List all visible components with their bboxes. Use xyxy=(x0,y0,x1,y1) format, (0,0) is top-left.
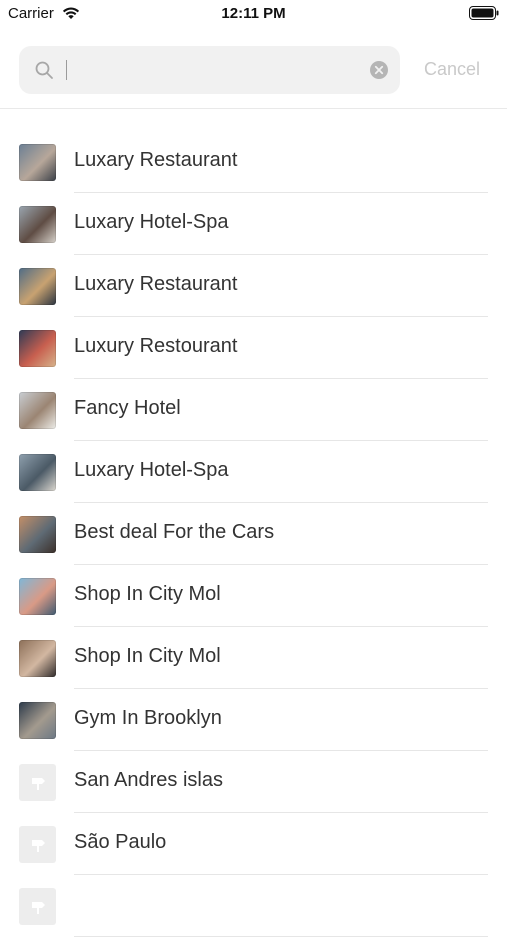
list-item[interactable]: Fancy Hotel xyxy=(0,379,507,441)
list-item[interactable]: Luxary Hotel-Spa xyxy=(0,441,507,503)
place-thumbnail xyxy=(19,268,56,305)
place-thumbnail xyxy=(19,516,56,553)
place-thumbnail xyxy=(19,454,56,491)
status-time: 12:11 PM xyxy=(221,5,286,22)
list-item-label: Luxary Restaurant xyxy=(74,149,238,171)
place-thumbnail xyxy=(19,144,56,181)
list-item[interactable]: Shop In City Mol xyxy=(0,565,507,627)
list-item-label: Shop In City Mol xyxy=(74,583,221,605)
list-item[interactable] xyxy=(0,875,507,937)
list-item[interactable]: San Andres islas xyxy=(0,751,507,813)
place-thumbnail xyxy=(19,640,56,677)
search-input[interactable] xyxy=(65,54,355,86)
location-placeholder-icon xyxy=(19,888,56,925)
clear-icon[interactable] xyxy=(370,61,388,79)
cancel-button[interactable]: Cancel xyxy=(424,59,480,80)
list-item[interactable]: Gym In Brooklyn xyxy=(0,689,507,751)
list-item-label: Luxary Restaurant xyxy=(74,273,238,295)
list-item-label: Best deal For the Cars xyxy=(74,521,275,543)
location-placeholder-icon xyxy=(19,764,56,801)
list-item-label: Fancy Hotel xyxy=(74,397,181,419)
location-placeholder-icon xyxy=(19,826,56,863)
results-list: Luxary Restaurant Luxary Hotel-Spa Luxary … xyxy=(0,131,507,937)
list-item[interactable]: Luxary Restaurant xyxy=(0,131,507,193)
search-field[interactable] xyxy=(19,46,400,94)
list-item-label: Luxary Hotel-Spa xyxy=(74,459,229,481)
list-item[interactable]: Luxary Restaurant xyxy=(0,255,507,317)
place-thumbnail xyxy=(19,392,56,429)
list-item-label: Shop In City Mol xyxy=(74,645,221,667)
list-item[interactable]: Shop In City Mol xyxy=(0,627,507,689)
place-thumbnail xyxy=(19,206,56,243)
list-item[interactable]: Luxury Restourant xyxy=(0,317,507,379)
list-item-label: Luxary Hotel-Spa xyxy=(74,211,229,233)
search-bar: Cancel xyxy=(0,28,507,109)
search-icon xyxy=(35,61,53,79)
place-thumbnail xyxy=(19,578,56,615)
list-item[interactable]: Best deal For the Cars xyxy=(0,503,507,565)
place-thumbnail xyxy=(19,702,56,739)
list-item-label: Gym In Brooklyn xyxy=(74,707,222,729)
list-item-label: San Andres islas xyxy=(74,769,223,791)
status-bar: Carrier 12:11 PM xyxy=(0,0,507,28)
list-item-label: São Paulo xyxy=(74,831,167,853)
place-thumbnail xyxy=(19,330,56,367)
list-item[interactable]: Luxary Hotel-Spa xyxy=(0,193,507,255)
list-item[interactable]: São Paulo xyxy=(0,813,507,875)
battery-icon xyxy=(469,6,499,20)
list-item-label: Luxury Restourant xyxy=(74,335,238,357)
